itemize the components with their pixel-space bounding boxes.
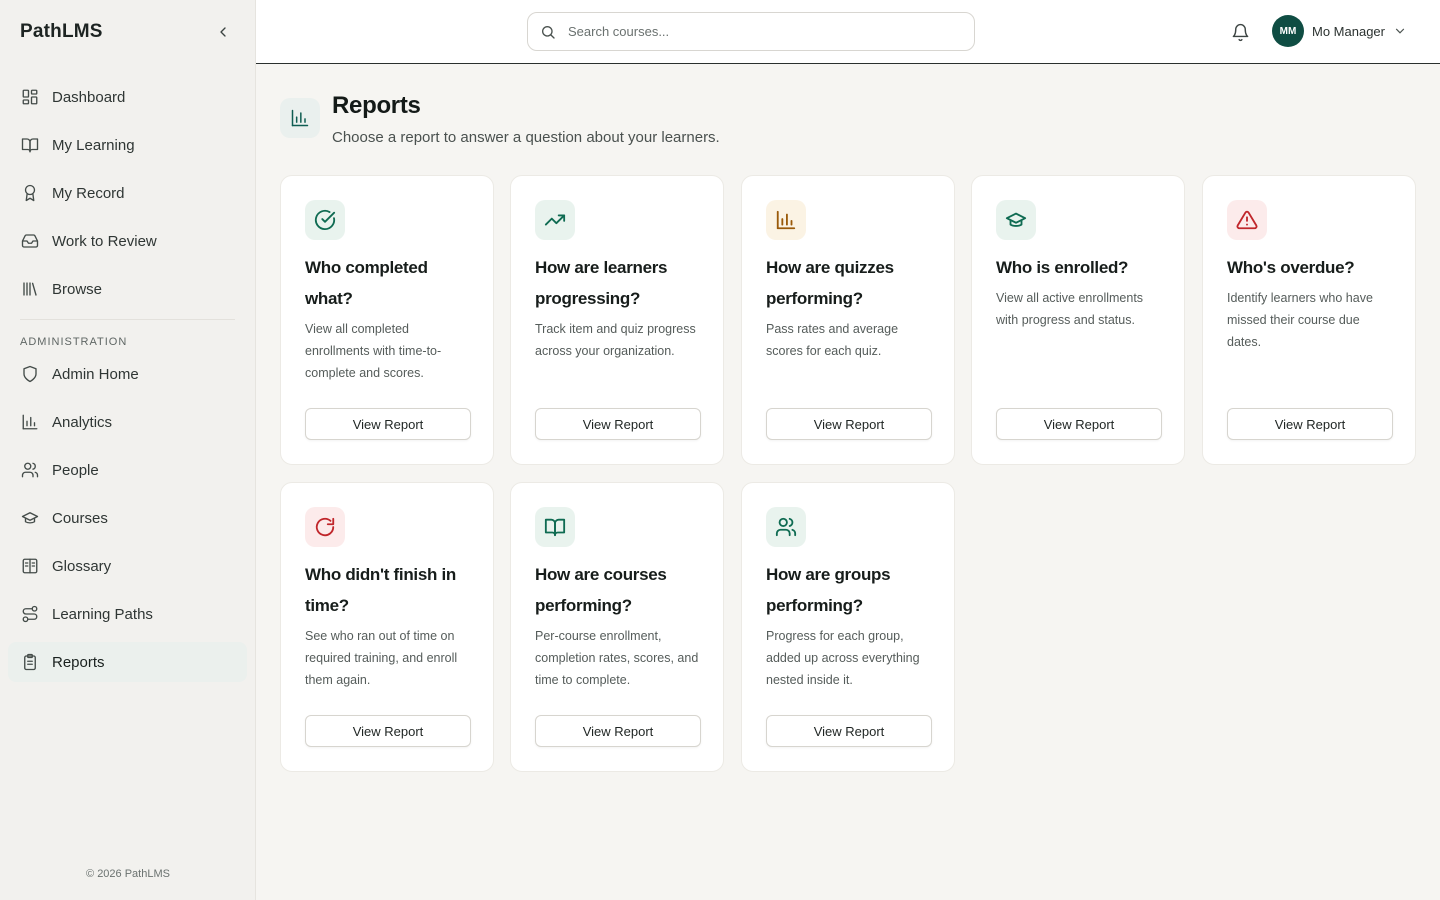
view-report-button[interactable]: View Report xyxy=(996,408,1162,440)
card-title: How are courses performing? xyxy=(535,565,667,615)
view-report-button[interactable]: View Report xyxy=(1227,408,1393,440)
card-title: Who didn't finish in time? xyxy=(305,565,457,615)
alert-triangle-icon xyxy=(1227,200,1267,240)
sidebar-item-work-to-review[interactable]: Work to Review xyxy=(8,221,247,261)
sidebar-item-label: My Learning xyxy=(52,136,135,154)
card-description: See who ran out of time on required trai… xyxy=(305,629,458,687)
book-open-icon xyxy=(535,507,575,547)
shield-icon xyxy=(20,364,40,384)
users-icon xyxy=(766,507,806,547)
page-subtitle: Choose a report to answer a question abo… xyxy=(332,129,720,146)
inbox-icon xyxy=(20,231,40,251)
report-card-enrolled: Who is enrolled? View all active enrollm… xyxy=(971,175,1185,465)
search-bar[interactable] xyxy=(527,12,975,51)
sidebar-item-label: Work to Review xyxy=(52,232,157,250)
report-card-groups: How are groups performing? Progress for … xyxy=(741,482,955,772)
book-text-icon xyxy=(20,556,40,576)
sidebar-divider xyxy=(20,319,235,320)
card-description: Identify learners who have missed their … xyxy=(1227,291,1373,349)
reports-icon xyxy=(280,98,320,138)
card-title: Who's overdue? xyxy=(1227,258,1355,277)
report-card-completed: Who completed what? View all completed e… xyxy=(280,175,494,465)
sidebar-item-label: My Record xyxy=(52,184,125,202)
search-icon xyxy=(540,24,556,40)
view-report-button[interactable]: View Report xyxy=(535,715,701,747)
card-title: How are groups performing? xyxy=(766,565,891,615)
view-report-button[interactable]: View Report xyxy=(766,715,932,747)
sidebar-item-label: Dashboard xyxy=(52,88,126,106)
card-title: How are quizzes performing? xyxy=(766,258,894,308)
view-report-button[interactable]: View Report xyxy=(305,408,471,440)
card-description: View all active enrollments with progres… xyxy=(996,291,1144,327)
copyright: © 2026 PathLMS xyxy=(86,868,170,880)
bar-chart-icon xyxy=(766,200,806,240)
check-circle-icon xyxy=(305,200,345,240)
sidebar-item-label: Reports xyxy=(52,653,105,671)
graduation-cap-icon xyxy=(20,508,40,528)
sidebar-item-label: Analytics xyxy=(52,413,113,431)
report-card-not-finished: Who didn't finish in time? See who ran o… xyxy=(280,482,494,772)
bell-icon xyxy=(1232,23,1248,41)
brand-row: PathLMS xyxy=(0,0,255,63)
card-description: Progress for each group, added up across… xyxy=(766,629,920,687)
view-report-button[interactable]: View Report xyxy=(766,408,932,440)
user-name: Mo Manager xyxy=(1312,23,1385,39)
sidebar-item-people[interactable]: People xyxy=(8,450,247,490)
library-icon xyxy=(20,279,40,299)
notifications-button[interactable] xyxy=(1228,20,1252,44)
report-card-quizzes: How are quizzes performing? Pass rates a… xyxy=(741,175,955,465)
page-title: Reports xyxy=(332,92,421,119)
award-icon xyxy=(20,183,40,203)
card-description: Per-course enrollment, completion rates,… xyxy=(535,629,699,687)
sidebar-item-glossary[interactable]: Glossary xyxy=(8,546,247,586)
sidebar-item-my-record[interactable]: My Record xyxy=(8,173,247,213)
chevron-left-icon xyxy=(220,26,226,37)
report-card-overdue: Who's overdue? Identify learners who hav… xyxy=(1202,175,1416,465)
route-icon xyxy=(20,604,40,624)
sidebar-item-label: Browse xyxy=(52,280,103,298)
trending-up-icon xyxy=(535,200,575,240)
sidebar-nav: Dashboard My Learning My Record Work to … xyxy=(0,63,255,682)
sidebar-item-courses[interactable]: Courses xyxy=(8,498,247,538)
card-description: Pass rates and average scores for each q… xyxy=(766,322,899,358)
report-card-progressing: How are learners progressing? Track item… xyxy=(510,175,724,465)
sidebar-item-analytics[interactable]: Analytics xyxy=(8,402,247,442)
graduation-cap-icon xyxy=(996,200,1036,240)
sidebar-item-browse[interactable]: Browse xyxy=(8,269,247,309)
sidebar-item-label: Admin Home xyxy=(52,365,139,383)
sidebar-item-label: People xyxy=(52,461,99,479)
dashboard-icon xyxy=(20,87,40,107)
sidebar: PathLMS Dashboard My Learning My Record xyxy=(0,0,256,900)
users-icon xyxy=(20,460,40,480)
report-card-courses: How are courses performing? Per-course e… xyxy=(510,482,724,772)
card-description: View all completed enrollments with time… xyxy=(305,322,442,380)
section-label-administration: ADMINISTRATION xyxy=(20,336,128,348)
card-description: Track item and quiz progress across your… xyxy=(535,322,696,358)
sidebar-item-dashboard[interactable]: Dashboard xyxy=(8,77,247,117)
topbar: MM Mo Manager xyxy=(256,0,1440,64)
view-report-button[interactable]: View Report xyxy=(535,408,701,440)
sidebar-item-label: Glossary xyxy=(52,557,112,575)
book-open-icon xyxy=(20,135,40,155)
sidebar-item-label: Learning Paths xyxy=(52,605,153,623)
view-report-button[interactable]: View Report xyxy=(305,715,471,747)
sidebar-item-my-learning[interactable]: My Learning xyxy=(8,125,247,165)
search-input[interactable] xyxy=(568,24,948,39)
card-title: Who completed what? xyxy=(305,258,428,308)
chevron-down-icon xyxy=(1393,24,1407,38)
avatar: MM xyxy=(1272,15,1304,47)
rotate-icon xyxy=(305,507,345,547)
sidebar-item-reports[interactable]: Reports xyxy=(8,642,247,682)
sidebar-item-admin-home[interactable]: Admin Home xyxy=(8,354,247,394)
collapse-sidebar-button[interactable] xyxy=(211,20,235,44)
user-menu[interactable]: MM Mo Manager xyxy=(1272,15,1407,47)
bar-chart-icon xyxy=(20,412,40,432)
sidebar-item-label: Courses xyxy=(52,509,108,527)
page-header: Reports Choose a report to answer a ques… xyxy=(280,92,720,146)
sidebar-item-learning-paths[interactable]: Learning Paths xyxy=(8,594,247,634)
clipboard-list-icon xyxy=(20,652,40,672)
brand-logo[interactable]: PathLMS xyxy=(20,21,103,43)
card-title: Who is enrolled? xyxy=(996,258,1129,277)
card-title: How are learners progressing? xyxy=(535,258,668,308)
